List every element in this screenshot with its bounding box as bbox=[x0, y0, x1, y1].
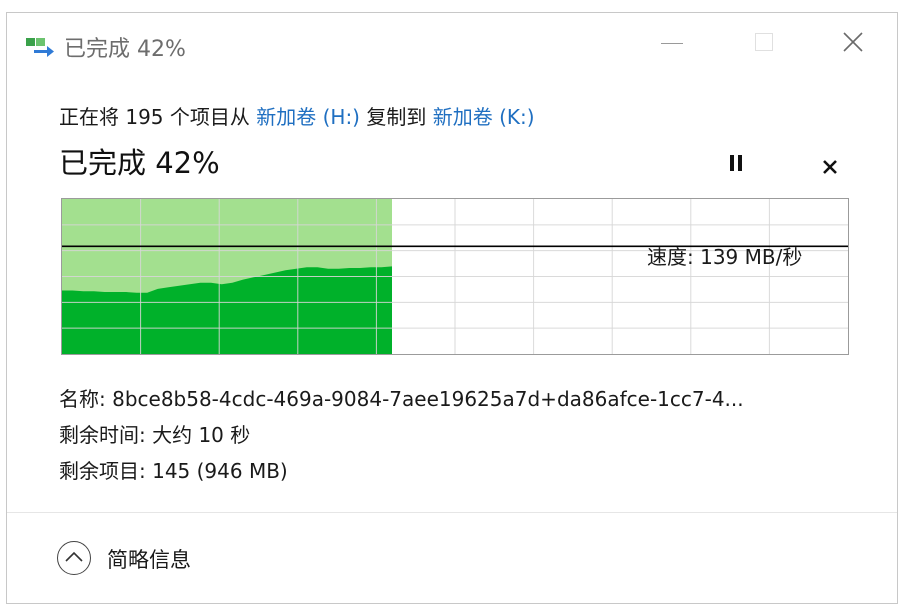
close-button[interactable] bbox=[833, 27, 873, 59]
speed-label: 速度: 139 MB/秒 bbox=[647, 245, 803, 269]
close-icon bbox=[843, 32, 863, 52]
pause-button[interactable] bbox=[715, 149, 761, 185]
fewer-details-toggle[interactable]: 简略信息 bbox=[57, 539, 217, 579]
source-drive-link[interactable]: 新加卷 (H:) bbox=[256, 105, 360, 129]
minimize-button[interactable] bbox=[653, 27, 693, 59]
copy-files-icon bbox=[26, 38, 54, 57]
toggle-label: 简略信息 bbox=[107, 548, 191, 572]
toggle-button[interactable] bbox=[57, 541, 91, 575]
maximize-button[interactable] bbox=[743, 27, 783, 59]
copy-prefix: 正在将 195 个项目从 bbox=[59, 105, 257, 129]
speed-graph bbox=[61, 198, 849, 355]
window-title: 已完成 42% bbox=[64, 37, 186, 62]
title-bar: 已完成 42% bbox=[7, 13, 897, 75]
file-name: 名称: 8bce8b58-4cdc-469a-9084-7aee19625a7d… bbox=[59, 387, 744, 411]
copy-progress-dialog: 已完成 42% 正在将 195 个项目从 新加卷 (H:) 复制到 新加卷 (K… bbox=[6, 12, 898, 604]
speed-graph-canvas bbox=[62, 199, 848, 354]
progress-status: 已完成 42% bbox=[59, 146, 220, 180]
cancel-copy-button[interactable] bbox=[807, 149, 853, 185]
copy-description: 正在将 195 个项目从 新加卷 (H:) 复制到 新加卷 (K:) bbox=[59, 101, 535, 130]
footer-divider bbox=[7, 512, 897, 513]
cancel-icon bbox=[823, 160, 837, 174]
items-remaining: 剩余项目: 145 (946 MB) bbox=[59, 459, 288, 483]
destination-drive-link[interactable]: 新加卷 (K:) bbox=[433, 105, 535, 129]
chevron-up-icon bbox=[65, 551, 83, 562]
time-remaining: 剩余时间: 大约 10 秒 bbox=[59, 423, 251, 447]
copy-middle: 复制到 bbox=[360, 105, 433, 129]
